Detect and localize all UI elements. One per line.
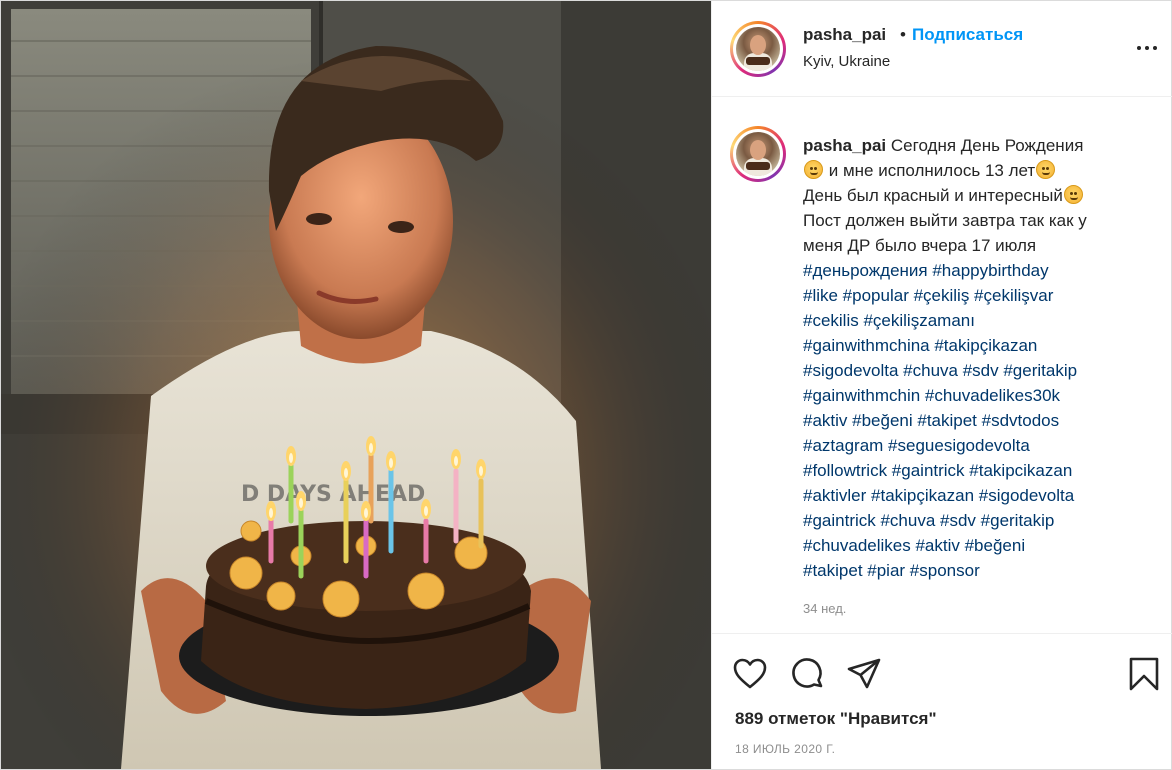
birthday-photo-illustration: D DAYS AHEAD (1, 1, 711, 769)
hashtag-line[interactable]: #aktivler #takipçikazan #sigodevolta (803, 483, 1153, 508)
post-date[interactable]: 18 ИЮЛЬ 2020 Г. (735, 742, 835, 756)
header-username[interactable]: pasha_pai (803, 25, 886, 45)
caption-line-3: День был красный и интересный (803, 183, 1153, 208)
caption-comment: pasha_pai Сегодня День Рождения и мне ис… (712, 98, 1172, 633)
caption-line-4: Пост должен выйти завтра так как у (803, 211, 1087, 230)
hashtag-line[interactable]: #gaintrick #chuva #sdv #geritakip (803, 508, 1153, 533)
more-options-icon[interactable] (1136, 39, 1158, 57)
caption-username[interactable]: pasha_pai (803, 136, 886, 155)
caption-time-ago[interactable]: 34 нед. (803, 601, 846, 616)
party-face-emoji-icon (804, 160, 823, 179)
caption-text-3: День был красный и интересный (803, 186, 1063, 205)
hashtag-line[interactable]: #деньрождения #happybirthday (803, 258, 1153, 283)
caption-text: pasha_pai Сегодня День Рождения и мне ис… (803, 133, 1153, 583)
post-photo[interactable]: D DAYS AHEAD (1, 1, 711, 769)
header-separator: • (900, 25, 906, 44)
hashtag-line[interactable]: #chuvadelikes #aktiv #beğeni (803, 533, 1153, 558)
hashtag-line[interactable]: #aktiv #beğeni #takipet #sdvtodos (803, 408, 1153, 433)
zany-face-emoji-icon (1063, 185, 1083, 204)
caption-avatar[interactable] (730, 126, 786, 182)
paper-plane-icon[interactable] (846, 656, 882, 692)
follow-button[interactable]: Подписаться (912, 25, 1023, 45)
smile-emoji-icon (1036, 160, 1056, 179)
caption-line-2: и мне исполнилось 13 лет (803, 158, 1153, 183)
post-actions: 889 отметок "Нравится" 18 ИЮЛЬ 2020 Г. (712, 633, 1172, 769)
avatar[interactable] (730, 21, 786, 77)
hashtag-line[interactable]: #gainwithmchin #chuvadelikes30k (803, 383, 1153, 408)
post-side-panel: pasha_pai • Подписаться Kyiv, Ukraine pa… (711, 1, 1172, 769)
caption-line-1: pasha_pai Сегодня День Рождения (803, 133, 1153, 158)
post-header: pasha_pai • Подписаться Kyiv, Ukraine (712, 1, 1172, 97)
hashtag-line[interactable]: #cekilis #çekilişzamanı (803, 308, 1153, 333)
bookmark-icon[interactable] (1126, 656, 1162, 692)
comment-icon[interactable] (790, 656, 826, 692)
hashtag-line[interactable]: #aztagram #seguesigodevolta (803, 433, 1153, 458)
caption-line-5: меня ДР было вчера 17 июля (803, 236, 1037, 255)
caption-text-1: Сегодня День Рождения (890, 136, 1084, 155)
hashtag-line[interactable]: #sigodevolta #chuva #sdv #geritakip (803, 358, 1153, 383)
caption-text-2: и мне исполнилось 13 лет (828, 161, 1036, 180)
hashtag-line[interactable]: #like #popular #çekiliş #çekilişvar (803, 283, 1153, 308)
hashtag-line[interactable]: #gainwithmchina #takipçikazan (803, 333, 1153, 358)
heart-icon[interactable] (732, 656, 768, 692)
hashtag-line[interactable]: #followtrick #gaintrick #takipcikazan (803, 458, 1153, 483)
location-link[interactable]: Kyiv, Ukraine (803, 53, 890, 70)
likes-count[interactable]: 889 отметок "Нравится" (735, 709, 937, 729)
hashtag-line[interactable]: #takipet #piar #sponsor (803, 558, 1153, 583)
